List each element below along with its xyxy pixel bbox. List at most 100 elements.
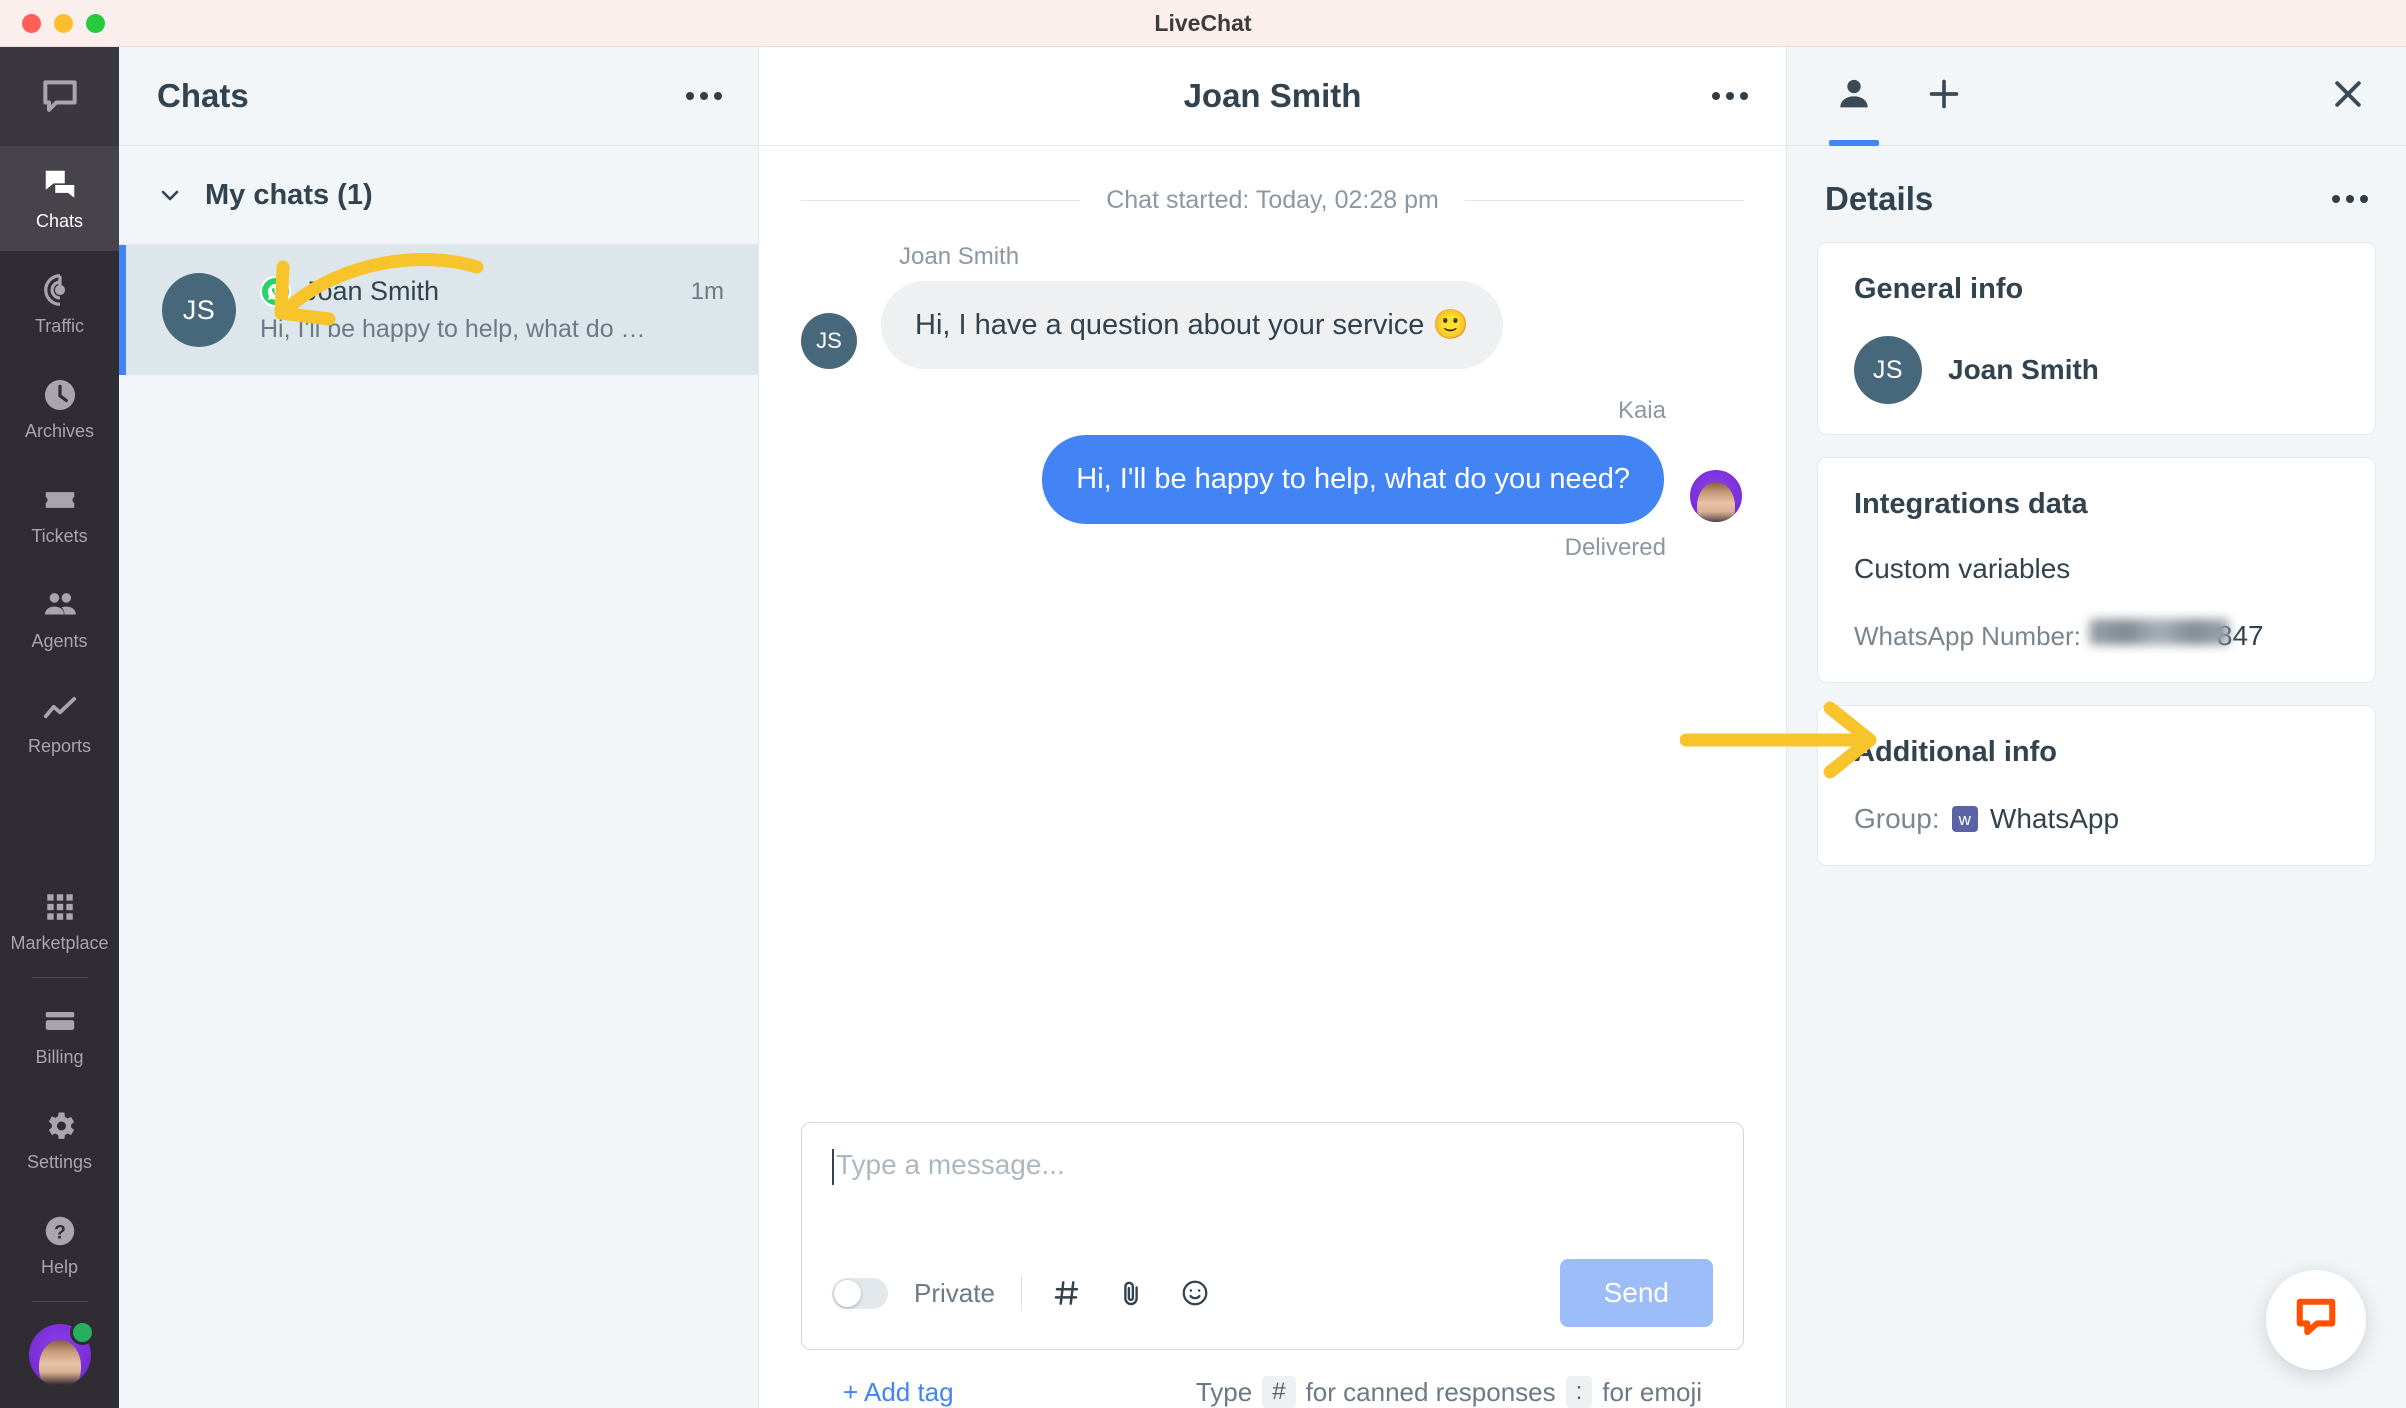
- message-author: Kaia: [1617, 397, 1666, 425]
- my-chats-label: My chats (1): [205, 178, 373, 211]
- message-row: JS Hi, I have a question about your serv…: [801, 281, 1744, 370]
- customer-name: Joan Smith: [1948, 354, 2099, 385]
- settings-gear-icon: [40, 1106, 80, 1146]
- list-item-preview: Hi, I'll be happy to help, what do …: [260, 315, 646, 343]
- livechat-logo-icon: [0, 47, 119, 146]
- group-chip-icon: w: [1951, 806, 1978, 832]
- reports-chart-icon: [40, 690, 80, 730]
- person-icon: [1834, 74, 1874, 119]
- list-item-top-row: Joan Smith 1m: [260, 276, 724, 307]
- list-item[interactable]: JS Joan Smith 1m Hi, I'll be happy to he…: [119, 245, 758, 375]
- conversation-more-options-icon[interactable]: [1712, 92, 1748, 100]
- message-input-placeholder: Type a message...: [836, 1149, 1065, 1180]
- tab-add-section[interactable]: [1915, 47, 1973, 146]
- chat-list-more-options-icon[interactable]: [686, 92, 722, 100]
- sidebar-label-settings: Settings: [26, 1152, 93, 1172]
- chat-list-panel: Chats My chats (1) JS Joan Smith 1m Hi, …: [119, 47, 759, 1408]
- send-button[interactable]: Send: [1559, 1259, 1713, 1327]
- conversation-title: Joan Smith: [1183, 77, 1362, 114]
- app-body: Chats Traffic Archives Tickets Agents Re…: [0, 47, 2406, 1408]
- livechat-app-window: LiveChat Chats Traffic Archives Tickets …: [0, 0, 2406, 1408]
- list-item-content: Joan Smith 1m Hi, I'll be happy to help,…: [260, 276, 724, 344]
- agents-icon: [40, 585, 80, 625]
- additional-info-card: Additional info Group: w WhatsApp: [1817, 705, 2376, 866]
- main-navigation-rail: Chats Traffic Archives Tickets Agents Re…: [0, 47, 119, 1408]
- help-question-icon: ?: [40, 1211, 80, 1251]
- composer-hint: Type # for canned responses : for emoji: [1196, 1376, 1702, 1408]
- page-title: Chats: [157, 77, 249, 114]
- message-outgoing: Kaia Hi, I'll be happy to help, what do …: [801, 397, 1744, 561]
- livechat-widget-button[interactable]: [2266, 1270, 2366, 1370]
- general-info-card: General info JS Joan Smith: [1817, 242, 2376, 435]
- avatar: JS: [1854, 336, 1922, 404]
- hint-middle: for canned responses: [1305, 1376, 1556, 1407]
- sidebar-item-chats[interactable]: Chats: [0, 146, 119, 251]
- sidebar-item-traffic[interactable]: Traffic: [0, 251, 119, 356]
- billing-card-icon: [40, 1001, 80, 1041]
- sidebar-item-marketplace[interactable]: Marketplace: [0, 868, 119, 973]
- svg-text:?: ?: [54, 1222, 66, 1244]
- hint-prefix: Type: [1195, 1376, 1253, 1407]
- custom-variable-row: WhatsApp Number: 847: [1854, 619, 2339, 652]
- additional-info-title: Additional info: [1854, 736, 2057, 768]
- sidebar-label-reports: Reports: [27, 736, 92, 756]
- customer-row: JS Joan Smith: [1854, 336, 2339, 404]
- rail-divider-bottom: [31, 1301, 88, 1302]
- variable-label: WhatsApp Number:: [1854, 621, 2081, 651]
- conversation-header: Joan Smith: [759, 47, 1786, 146]
- toolbar-divider: [1020, 1275, 1022, 1311]
- rail-secondary-items: Marketplace Billing Settings ? Help: [0, 868, 119, 1408]
- add-tag-button[interactable]: + Add tag: [843, 1377, 954, 1408]
- private-mode-label: Private: [914, 1277, 995, 1308]
- list-item-time: 1m: [690, 277, 724, 305]
- private-mode-toggle[interactable]: [832, 1277, 888, 1309]
- composer-container: Type a message... Private Send + Add tag…: [759, 1122, 1786, 1408]
- general-info-title: General info: [1854, 273, 2024, 305]
- group-label: Group:: [1854, 803, 1940, 834]
- list-item-name: Joan Smith: [304, 276, 440, 306]
- emoji-smiley-icon[interactable]: [1176, 1274, 1214, 1312]
- message-incoming: Joan Smith JS Hi, I have a question abou…: [801, 243, 1744, 370]
- integrations-data-card: Integrations data Custom variables Whats…: [1817, 457, 2376, 683]
- sidebar-item-settings[interactable]: Settings: [0, 1087, 119, 1192]
- hint-key-hash: #: [1262, 1376, 1296, 1408]
- my-chats-group-header[interactable]: My chats (1): [119, 146, 758, 245]
- message-input[interactable]: Type a message...: [832, 1149, 1713, 1233]
- archives-clock-icon: [40, 375, 80, 415]
- livechat-widget-icon: [2290, 1292, 2342, 1349]
- window-title: LiveChat: [1154, 9, 1252, 36]
- avatar: JS: [162, 273, 236, 347]
- message-bubble: Hi, I'll be happy to help, what do you n…: [1042, 435, 1664, 524]
- hash-icon[interactable]: [1048, 1274, 1086, 1312]
- paperclip-icon[interactable]: [1112, 1274, 1150, 1312]
- rail-divider: [31, 977, 88, 978]
- chat-list-header: Chats: [119, 47, 758, 146]
- composer-footer: + Add tag Type # for canned responses : …: [801, 1350, 1744, 1408]
- group-row: Group: w WhatsApp: [1854, 803, 2339, 835]
- hint-key-colon: :: [1565, 1376, 1593, 1408]
- details-header: Details: [1787, 146, 2406, 242]
- tab-customer-details[interactable]: [1825, 47, 1883, 146]
- sidebar-item-agents[interactable]: Agents: [0, 566, 119, 671]
- group-name: WhatsApp: [1989, 803, 2120, 834]
- conversation-panel: Joan Smith Chat started: Today, 02:28 pm…: [759, 47, 1786, 1408]
- sidebar-item-archives[interactable]: Archives: [0, 356, 119, 461]
- rail-primary-items: Chats Traffic Archives Tickets Agents Re…: [0, 146, 119, 776]
- sidebar-item-tickets[interactable]: Tickets: [0, 461, 119, 566]
- close-icon[interactable]: [2328, 74, 2368, 119]
- details-more-options-icon[interactable]: [2332, 195, 2368, 203]
- details-title: Details: [1825, 180, 1934, 217]
- sidebar-label-archives: Archives: [24, 421, 95, 441]
- avatar: JS: [801, 313, 857, 370]
- message-thread: Chat started: Today, 02:28 pm Joan Smith…: [759, 146, 1786, 1122]
- message-row: Hi, I'll be happy to help, what do you n…: [801, 435, 1744, 524]
- sidebar-label-chats: Chats: [35, 211, 84, 231]
- sidebar-item-reports[interactable]: Reports: [0, 671, 119, 776]
- sidebar-item-billing[interactable]: Billing: [0, 982, 119, 1087]
- integrations-title: Integrations data: [1854, 488, 2088, 520]
- chats-icon: [40, 165, 80, 205]
- current-agent-avatar[interactable]: [28, 1320, 95, 1386]
- message-status: Delivered: [1564, 533, 1666, 561]
- sidebar-item-help[interactable]: ? Help: [0, 1192, 119, 1297]
- sidebar-label-marketplace: Marketplace: [10, 933, 109, 953]
